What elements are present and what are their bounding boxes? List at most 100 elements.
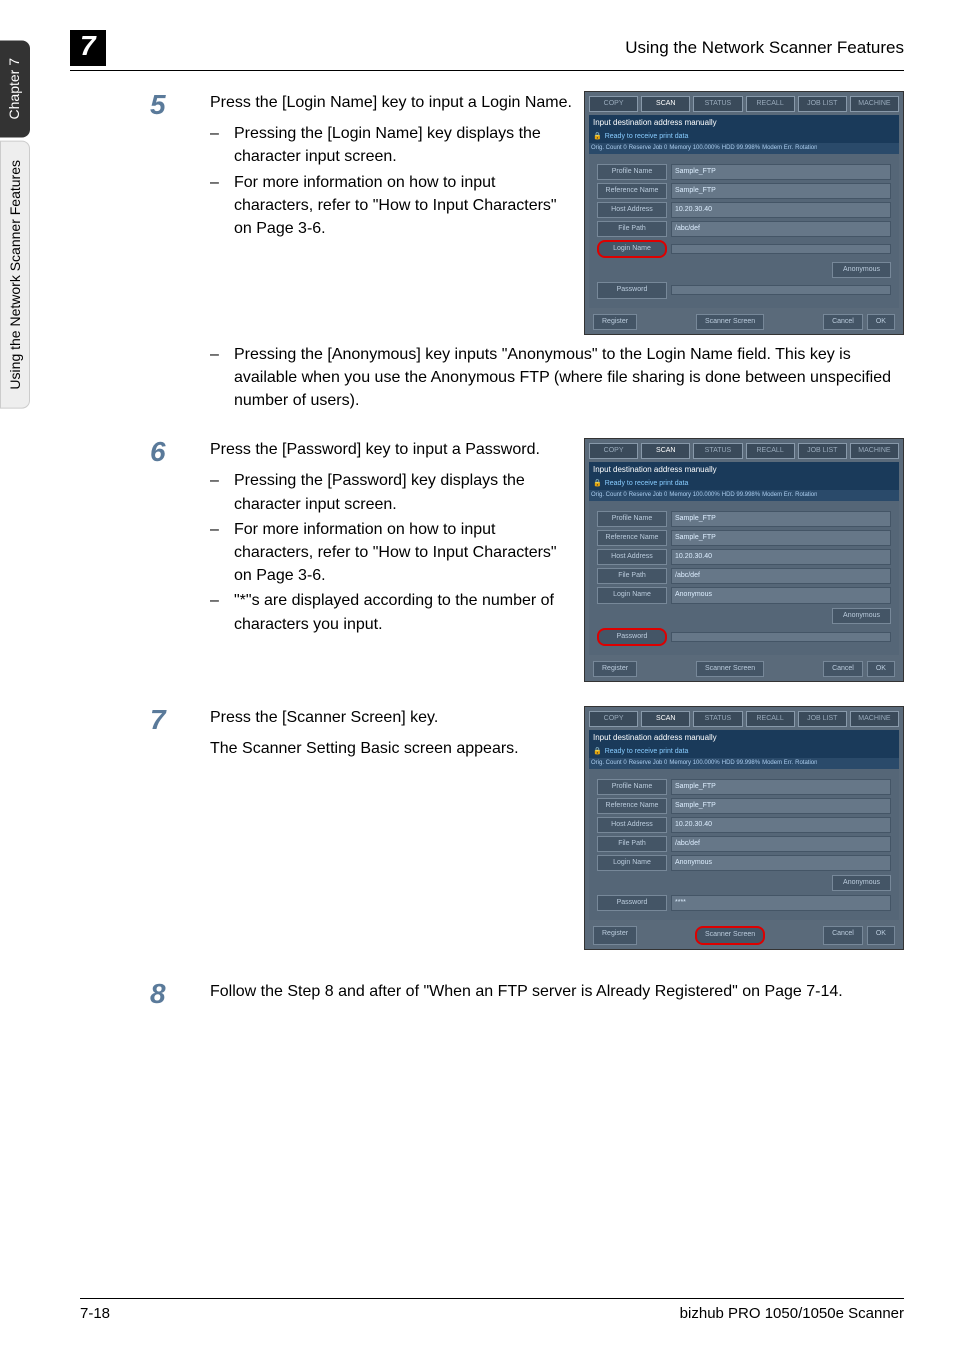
bullet-dash: –	[210, 518, 224, 588]
lock-icon: 🔒	[593, 747, 602, 757]
ss-profile-btn[interactable]: Profile Name	[597, 511, 667, 527]
header-title: Using the Network Scanner Features	[122, 38, 904, 58]
ss-tab: JOB LIST	[798, 711, 847, 727]
ss-status-text: Ready to receive print data	[605, 747, 689, 757]
product-name: bizhub PRO 1050/1050e Scanner	[680, 1305, 904, 1322]
bullet-dash: –	[210, 469, 224, 515]
ss-profile-val: Sample_FTP	[671, 164, 891, 180]
bullet-dash: –	[210, 122, 224, 168]
ss-reference-btn[interactable]: Reference Name	[597, 530, 667, 546]
bullet-text: Pressing the [Anonymous] key inputs "Ano…	[234, 343, 904, 413]
ss-password-val: ****	[671, 895, 891, 911]
ss-stat: HDD 99.998%	[722, 759, 760, 768]
ss-filepath-btn[interactable]: File Path	[597, 221, 667, 237]
ss-host-btn[interactable]: Host Address	[597, 202, 667, 218]
step-intro: Press the [Login Name] key to input a Lo…	[210, 91, 572, 114]
ss-tab: STATUS	[693, 711, 742, 727]
ss-profile-val: Sample_FTP	[671, 779, 891, 795]
ss-stat: Rotation	[795, 144, 817, 153]
ss-ok-btn[interactable]: OK	[867, 314, 895, 330]
ss-stat: HDD 99.998%	[722, 144, 760, 153]
side-tabs: Chapter 7 Using the Network Scanner Feat…	[0, 40, 30, 409]
ss-register-btn[interactable]: Register	[593, 926, 637, 944]
ss-login-val	[671, 244, 891, 254]
lock-icon: 🔒	[593, 479, 602, 489]
ss-host-btn[interactable]: Host Address	[597, 817, 667, 833]
ss-ok-btn[interactable]: OK	[867, 661, 895, 677]
ss-filepath-val: /abc/def	[671, 568, 891, 584]
chapter-tab: Chapter 7	[0, 40, 30, 137]
ss-login-btn[interactable]: Login Name	[597, 855, 667, 871]
ss-tab: RECALL	[746, 711, 795, 727]
ss-stat: Modem Err.	[762, 759, 793, 768]
ss-stat: Memory 100.000%	[669, 491, 719, 500]
ss-filepath-btn[interactable]: File Path	[597, 836, 667, 852]
step-number: 7	[150, 706, 190, 950]
ss-reference-btn[interactable]: Reference Name	[597, 183, 667, 199]
bullet-text: "*"s are displayed according to the numb…	[234, 589, 572, 635]
ss-reference-btn[interactable]: Reference Name	[597, 798, 667, 814]
ss-filepath-btn[interactable]: File Path	[597, 568, 667, 584]
page-header: 7 Using the Network Scanner Features	[70, 30, 904, 71]
ss-profile-btn[interactable]: Profile Name	[597, 779, 667, 795]
ss-register-btn[interactable]: Register	[593, 661, 637, 677]
ss-stat: Modem Err.	[762, 491, 793, 500]
device-screenshot-password: COPY SCAN STATUS RECALL JOB LIST MACHINE…	[584, 438, 904, 682]
ss-tab: JOB LIST	[798, 443, 847, 459]
ss-tab: SCAN	[641, 443, 690, 459]
ss-password-btn[interactable]: Password	[597, 895, 667, 911]
chapter-number-badge: 7	[70, 30, 106, 66]
ss-title: Input destination address manually	[589, 730, 899, 746]
ss-stat: Memory 100.000%	[669, 759, 719, 768]
ss-stat: Orig. Count 0	[591, 491, 627, 500]
step-number: 5	[150, 91, 190, 414]
lock-icon: 🔒	[593, 132, 602, 142]
ss-title: Input destination address manually	[589, 462, 899, 478]
ss-stat: Reserve Job 0	[629, 491, 668, 500]
ss-host-val: 10.20.30.40	[671, 817, 891, 833]
ss-scanner-screen-btn[interactable]: Scanner Screen	[696, 661, 764, 677]
ss-scanner-screen-btn[interactable]: Scanner Screen	[695, 926, 765, 944]
ss-tab: JOB LIST	[798, 96, 847, 112]
ss-tab: MACHINE	[850, 96, 899, 112]
ss-login-btn[interactable]: Login Name	[597, 587, 667, 603]
ss-status-text: Ready to receive print data	[605, 479, 689, 489]
ss-anonymous-btn[interactable]: Anonymous	[832, 262, 891, 278]
ss-tab: MACHINE	[850, 443, 899, 459]
ss-stat: HDD 99.998%	[722, 491, 760, 500]
ss-stat: Reserve Job 0	[629, 144, 668, 153]
step-8: 8 Follow the Step 8 and after of "When a…	[150, 980, 904, 1008]
ss-filepath-val: /abc/def	[671, 221, 891, 237]
ss-password-btn[interactable]: Password	[597, 282, 667, 298]
ss-login-val: Anonymous	[671, 587, 891, 603]
ss-tab: RECALL	[746, 96, 795, 112]
ss-register-btn[interactable]: Register	[593, 314, 637, 330]
ss-reference-val: Sample_FTP	[671, 798, 891, 814]
ss-tab: STATUS	[693, 443, 742, 459]
ss-anonymous-btn[interactable]: Anonymous	[832, 875, 891, 891]
ss-cancel-btn[interactable]: Cancel	[823, 661, 863, 677]
ss-password-btn[interactable]: Password	[597, 628, 667, 646]
ss-anonymous-btn[interactable]: Anonymous	[832, 608, 891, 624]
ss-cancel-btn[interactable]: Cancel	[823, 926, 863, 944]
device-screenshot-login: COPY SCAN STATUS RECALL JOB LIST MACHINE…	[584, 91, 904, 335]
ss-ok-btn[interactable]: OK	[867, 926, 895, 944]
step-number: 6	[150, 438, 190, 682]
ss-profile-btn[interactable]: Profile Name	[597, 164, 667, 180]
step-6: 6 Press the [Password] key to input a Pa…	[150, 438, 904, 682]
device-screenshot-scanner-screen: COPY SCAN STATUS RECALL JOB LIST MACHINE…	[584, 706, 904, 950]
page-number: 7-18	[80, 1305, 110, 1322]
ss-title: Input destination address manually	[589, 115, 899, 131]
ss-tab: RECALL	[746, 443, 795, 459]
ss-host-btn[interactable]: Host Address	[597, 549, 667, 565]
ss-scanner-screen-btn[interactable]: Scanner Screen	[696, 314, 764, 330]
ss-host-val: 10.20.30.40	[671, 549, 891, 565]
step-intro: Press the [Scanner Screen] key.	[210, 706, 572, 729]
ss-stat: Modem Err.	[762, 144, 793, 153]
ss-login-btn[interactable]: Login Name	[597, 240, 667, 258]
ss-cancel-btn[interactable]: Cancel	[823, 314, 863, 330]
ss-host-val: 10.20.30.40	[671, 202, 891, 218]
ss-tab: COPY	[589, 96, 638, 112]
page-footer: 7-18 bizhub PRO 1050/1050e Scanner	[80, 1298, 904, 1322]
ss-tab: COPY	[589, 443, 638, 459]
